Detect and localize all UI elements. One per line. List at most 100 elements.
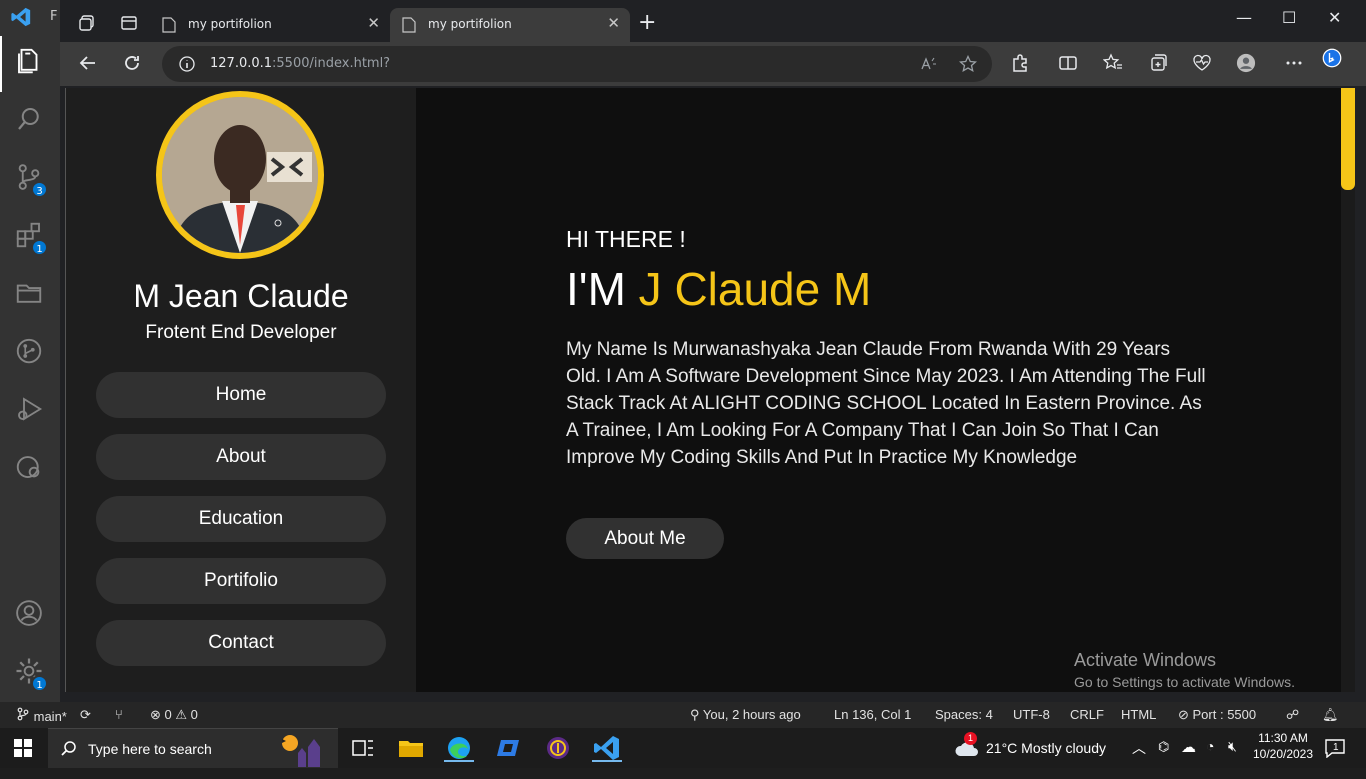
nav-about-button[interactable]: About: [96, 434, 386, 480]
scrollbar-thumb[interactable]: [1341, 88, 1355, 190]
page-scrollbar[interactable]: [1341, 88, 1355, 692]
onedrive-cloud-icon[interactable]: ☁: [1181, 738, 1196, 778]
wifi-icon[interactable]: ◔: [1206, 738, 1214, 778]
maximize-icon[interactable]: ☐: [1282, 8, 1296, 27]
taskbar-search-box[interactable]: Type here to search: [48, 728, 338, 768]
branch-status[interactable]: main*: [16, 707, 67, 724]
notifications-bell-icon[interactable]: 🔔︎: [1322, 707, 1339, 723]
task-view-icon[interactable]: [348, 734, 378, 762]
collections-icon[interactable]: [1148, 53, 1170, 75]
run-debug-icon[interactable]: [14, 394, 46, 426]
git-graph-icon[interactable]: [14, 336, 46, 368]
notification-center-icon[interactable]: 1: [1324, 738, 1346, 759]
indentation-status[interactable]: Spaces: 4: [935, 707, 993, 722]
sync-icon[interactable]: ⟳: [80, 707, 91, 723]
extensions-badge: 1: [31, 239, 48, 256]
tab-portfolio-2[interactable]: my portifolion ✕: [390, 8, 630, 42]
volume-icon[interactable]: 🔇︎: [1228, 738, 1237, 778]
tab-title: my portifolion: [428, 17, 512, 31]
tab-portfolio-1[interactable]: my portifolion ✕: [150, 8, 390, 42]
back-arrow-icon[interactable]: [78, 53, 100, 75]
settings-gear-icon[interactable]: 1: [14, 656, 48, 692]
file-explorer-icon[interactable]: [396, 734, 426, 762]
page-icon: [402, 17, 416, 33]
folder-icon[interactable]: [14, 278, 46, 310]
performance-heart-icon[interactable]: [1192, 53, 1214, 75]
clock-time: 11:30 AM: [1258, 731, 1308, 745]
tab-actions-icon[interactable]: [120, 14, 138, 32]
window-title-initial: F: [50, 9, 58, 24]
feedback-icon[interactable]: ☍: [1286, 707, 1299, 723]
language-mode[interactable]: HTML: [1121, 707, 1156, 722]
weather-badge: 1: [964, 732, 977, 745]
read-aloud-icon[interactable]: [920, 55, 938, 73]
new-tab-icon[interactable]: +: [638, 10, 656, 35]
live-server-port[interactable]: ⊘ Port : 5500: [1178, 707, 1256, 723]
bing-copilot-icon[interactable]: [1322, 48, 1354, 80]
cursor-position[interactable]: Ln 136, Col 1: [834, 707, 911, 722]
activate-windows-watermark: Activate Windows Go to Settings to activ…: [1074, 650, 1295, 690]
search-icon: [61, 741, 76, 756]
nav-home-button[interactable]: Home: [96, 372, 386, 418]
windows-taskbar: Type here to search 1 21°C Mostly cloudy…: [0, 728, 1366, 768]
git-blame-status[interactable]: ⚲ You, 2 hours ago: [690, 707, 801, 723]
tab-title: my portifolion: [188, 17, 272, 31]
halloween-search-art-icon: [282, 735, 320, 767]
address-bar[interactable]: 127.0.0.1:5500/index.html?: [162, 46, 992, 82]
hero-intro: I'M J Claude M: [566, 263, 872, 315]
minimize-icon[interactable]: —: [1236, 8, 1252, 27]
hero-section: HI THERE ! I'M J Claude M My Name Is Mur…: [566, 88, 1266, 692]
eol-status[interactable]: CRLF: [1070, 707, 1104, 722]
site-info-icon[interactable]: [178, 55, 196, 73]
more-options-icon[interactable]: [1284, 53, 1306, 75]
close-window-icon[interactable]: ✕: [1328, 8, 1341, 27]
search-icon[interactable]: [14, 104, 46, 136]
git-compare-icon[interactable]: ⑂: [115, 707, 123, 722]
vscode-taskbar-icon[interactable]: [592, 734, 622, 762]
source-control-badge: 3: [31, 181, 48, 198]
split-screen-icon[interactable]: [1058, 53, 1080, 75]
refresh-icon[interactable]: [122, 53, 144, 75]
favorite-star-icon[interactable]: [958, 54, 978, 73]
app-icon-blue[interactable]: [494, 734, 524, 762]
close-tab-icon[interactable]: ✕: [607, 14, 620, 32]
about-me-button[interactable]: About Me: [566, 518, 724, 559]
tray-app-icon[interactable]: ⌬: [1158, 739, 1169, 779]
activity-bar: F 3 1 1: [0, 0, 60, 702]
tray-overflow-chevron-icon[interactable]: ︿: [1132, 738, 1146, 778]
profile-photo: [156, 91, 324, 259]
nav-portfolio-button[interactable]: Portifolio: [96, 558, 386, 604]
edge-browser-icon[interactable]: [444, 734, 474, 762]
clock[interactable]: 11:30 AM 10/20/2023: [1252, 728, 1314, 768]
page-icon: [162, 17, 176, 33]
remote-explorer-icon[interactable]: [14, 452, 46, 484]
workspaces-icon[interactable]: [78, 14, 96, 32]
nav-education-button[interactable]: Education: [96, 496, 386, 542]
nav-contact-button[interactable]: Contact: [96, 620, 386, 666]
favorites-icon[interactable]: [1102, 53, 1125, 75]
extensions-icon[interactable]: 1: [14, 220, 48, 256]
hero-bio: My Name Is Murwanashyaka Jean Claude Fro…: [566, 339, 1206, 468]
explorer-icon[interactable]: [14, 46, 46, 78]
tab-strip: my portifolion ✕ my portifolion ✕ + — ☐ …: [60, 0, 1366, 46]
profile-avatar[interactable]: [1236, 53, 1258, 75]
accounts-icon[interactable]: [14, 598, 46, 630]
close-tab-icon[interactable]: ✕: [367, 14, 380, 32]
search-placeholder: Type here to search: [88, 741, 212, 757]
vscode-status-bar: main* ⟳ ⑂ ⊗ 0 ⚠ 0 ⚲ You, 2 hours ago Ln …: [0, 702, 1366, 728]
clock-date: 10/20/2023: [1252, 747, 1314, 761]
profile-name: M Jean Claude: [133, 278, 349, 314]
web-page: M Jean Claude Frotent End Developer Home…: [65, 88, 1355, 692]
url-text: 127.0.0.1:5500/index.html?: [210, 56, 391, 71]
profile-role: Frotent End Developer: [145, 322, 337, 343]
extensions-puzzle-icon[interactable]: [1010, 53, 1032, 75]
problems-status[interactable]: ⊗ 0 ⚠ 0: [150, 707, 198, 723]
encoding-status[interactable]: UTF-8: [1013, 707, 1050, 722]
source-control-icon[interactable]: 3: [14, 162, 48, 198]
branch-icon: [17, 707, 29, 721]
portfolio-sidebar: M Jean Claude Frotent End Developer Home…: [66, 88, 416, 692]
windows-start-icon[interactable]: [14, 739, 32, 757]
weather-text: 21°C Mostly cloudy: [986, 740, 1106, 756]
app-icon-round[interactable]: [543, 734, 573, 762]
hero-highlight-name: J Claude M: [638, 263, 872, 315]
